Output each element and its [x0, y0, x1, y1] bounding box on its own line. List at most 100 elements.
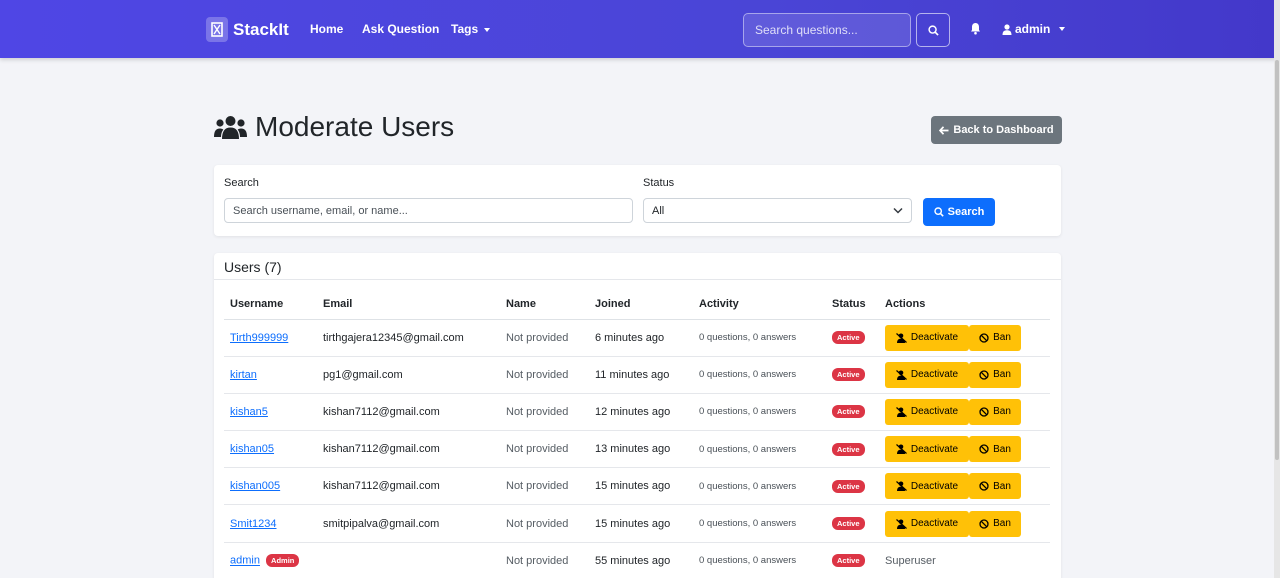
username-cell: kishan005 — [224, 467, 317, 506]
ban-button[interactable]: Ban — [969, 361, 1021, 388]
status-badge: Active — [832, 442, 865, 456]
status-badge: Active — [832, 405, 865, 419]
column-header-activity: Activity — [693, 290, 826, 320]
filter-card: Search Status All Search — [214, 165, 1061, 236]
activity-cell: 0 questions, 0 answers — [693, 467, 826, 506]
actions-cell: Deactivate Ban — [879, 467, 1050, 506]
deactivate-button[interactable]: Deactivate — [885, 473, 969, 500]
column-header-email: Email — [317, 290, 500, 320]
arrow-left-icon — [939, 125, 949, 135]
navbar-search-input[interactable] — [743, 13, 911, 47]
username-link[interactable]: Smit1234 — [230, 518, 276, 530]
deactivate-button[interactable]: Deactivate — [885, 398, 969, 425]
joined-cell: 13 minutes ago — [589, 430, 693, 469]
email-cell: smitpipalva@gmail.com — [317, 504, 500, 543]
status-cell: Active — [826, 467, 879, 506]
joined-cell: 6 minutes ago — [589, 319, 693, 357]
activity-cell: 0 questions, 0 answers — [693, 430, 826, 469]
username-cell: kishan05 — [224, 430, 317, 469]
search-button[interactable]: Search — [923, 198, 995, 226]
activity-cell: 0 questions, 0 answers — [693, 504, 826, 543]
navbar-search-button[interactable] — [916, 13, 950, 47]
username-link[interactable]: Tirth999999 — [230, 332, 288, 344]
joined-cell: 15 minutes ago — [589, 504, 693, 543]
username-link[interactable]: kirtan — [230, 369, 257, 381]
page-title: Moderate Users — [214, 111, 454, 143]
actions-cell: Superuser — [879, 542, 1050, 578]
username-link[interactable]: admin — [230, 555, 260, 567]
email-cell: pg1@gmail.com — [317, 356, 500, 394]
actions-cell: Deactivate Ban — [879, 319, 1050, 357]
username-link[interactable]: kishan05 — [230, 443, 274, 455]
users-table-header-row: Username Email Name Joined Activity Stat… — [224, 290, 1050, 320]
deactivate-label: Deactivate — [910, 443, 959, 455]
deactivate-button[interactable]: Deactivate — [885, 436, 969, 463]
status-select[interactable]: All — [643, 198, 912, 223]
deactivate-button[interactable]: Deactivate — [885, 324, 969, 351]
status-cell: Active — [826, 504, 879, 543]
table-row: kishan005 kishan7112@gmail.com Not provi… — [224, 467, 1050, 506]
ban-label: Ban — [993, 480, 1011, 492]
ban-button[interactable]: Ban — [969, 510, 1021, 537]
user-slash-icon — [895, 444, 907, 455]
search-button-label: Search — [947, 206, 985, 218]
brand-logo-link[interactable]: StackIt — [206, 16, 289, 43]
back-to-dashboard-button[interactable]: Back to Dashboard — [931, 116, 1062, 144]
joined-cell: 15 minutes ago — [589, 467, 693, 506]
ban-label: Ban — [993, 369, 1011, 381]
users-table: Username Email Name Joined Activity Stat… — [224, 290, 1050, 578]
column-header-status: Status — [826, 290, 879, 320]
username-link[interactable]: kishan005 — [230, 480, 280, 492]
ban-icon — [979, 370, 989, 380]
ban-button[interactable]: Ban — [969, 398, 1021, 425]
activity-cell: 0 questions, 0 answers — [693, 319, 826, 357]
ban-button[interactable]: Ban — [969, 473, 1021, 500]
name-cell: Not provided — [500, 393, 589, 432]
deactivate-button[interactable]: Deactivate — [885, 510, 969, 537]
status-cell: Active — [826, 430, 879, 469]
activity-cell: 0 questions, 0 answers — [693, 356, 826, 394]
username-link[interactable]: kishan5 — [230, 406, 268, 418]
page-scrollbar-thumb[interactable] — [1275, 60, 1279, 460]
deactivate-label: Deactivate — [910, 369, 959, 381]
email-cell: kishan7112@gmail.com — [317, 393, 500, 432]
table-row: kishan05 kishan7112@gmail.com Not provid… — [224, 430, 1050, 469]
status-badge: Active — [832, 479, 865, 493]
deactivate-label: Deactivate — [910, 480, 959, 492]
username-cell: kirtan — [224, 356, 317, 394]
status-cell: Active — [826, 356, 879, 394]
user-slash-icon — [895, 407, 907, 417]
user-search-input[interactable] — [224, 198, 633, 223]
user-menu[interactable]: admin — [1002, 22, 1066, 36]
chevron-down-icon — [484, 27, 491, 32]
admin-role-badge: Admin — [266, 554, 300, 568]
ban-button[interactable]: Ban — [969, 436, 1021, 463]
nav-link-tags[interactable]: Tags — [451, 22, 491, 36]
ban-label: Ban — [993, 443, 1011, 455]
username-cell: admin Admin — [224, 542, 317, 578]
table-row: Smit1234 smitpipalva@gmail.com Not provi… — [224, 504, 1050, 543]
chevron-down-icon — [893, 207, 903, 214]
username-cell: kishan5 — [224, 393, 317, 432]
nav-link-home[interactable]: Home — [310, 22, 343, 36]
bell-icon[interactable] — [970, 22, 981, 40]
ban-icon — [979, 407, 989, 417]
table-row: Tirth999999 tirthgajera12345@gmail.com N… — [224, 319, 1050, 357]
status-label: Status — [643, 177, 675, 189]
navbar: StackIt Home Ask Question Tags admin — [0, 0, 1280, 58]
deactivate-button[interactable]: Deactivate — [885, 361, 969, 388]
name-cell: Not provided — [500, 542, 589, 578]
ban-icon — [979, 518, 989, 529]
search-icon — [933, 207, 944, 217]
users-icon — [214, 116, 247, 139]
name-cell: Not provided — [500, 319, 589, 357]
nav-link-ask-question[interactable]: Ask Question — [362, 22, 439, 36]
email-cell — [317, 542, 500, 578]
page-title-text: Moderate Users — [255, 111, 455, 142]
email-cell: tirthgajera12345@gmail.com — [317, 319, 500, 357]
ban-button[interactable]: Ban — [969, 324, 1021, 351]
user-menu-name: admin — [1015, 22, 1051, 36]
column-header-username: Username — [224, 290, 317, 320]
status-cell: Active — [826, 393, 879, 432]
name-cell: Not provided — [500, 504, 589, 543]
